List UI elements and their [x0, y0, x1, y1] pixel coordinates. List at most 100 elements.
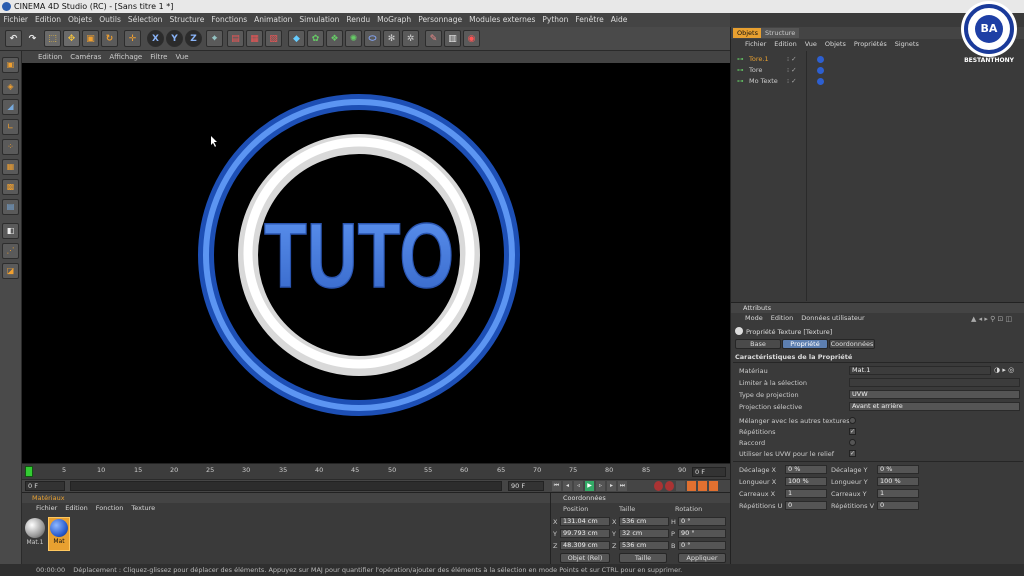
obj-menu-fichier[interactable]: Fichier	[741, 40, 770, 50]
material-tag-icon[interactable]	[817, 78, 824, 85]
restrict-selection-field[interactable]	[849, 378, 1020, 387]
menu-aide[interactable]: Aide	[607, 13, 631, 27]
axis-mode-icon[interactable]: ◪	[2, 263, 19, 279]
object-name[interactable]: Mo Texte	[749, 77, 778, 85]
undo-icon[interactable]: ↶	[5, 30, 22, 47]
go-end-icon[interactable]: ⏭	[618, 481, 627, 491]
repeat-u-field[interactable]: 0	[785, 501, 827, 510]
attr-menu-edition[interactable]: Edition	[767, 314, 798, 324]
polygons-mode-icon[interactable]: ▩	[2, 179, 19, 195]
tile-checkbox[interactable]: ✓	[849, 428, 856, 435]
axis-x-button[interactable]: X	[147, 30, 164, 47]
side-dropdown[interactable]: Avant et arrière	[849, 402, 1020, 411]
python-script-icon[interactable]: ◉	[463, 30, 480, 47]
menu-fichier[interactable]: Fichier	[0, 13, 32, 27]
menu-outils[interactable]: Outils	[96, 13, 125, 27]
array-generator-icon[interactable]: ❖	[326, 30, 343, 47]
last-tool-icon[interactable]: ✛	[124, 30, 141, 47]
seamless-checkbox[interactable]	[849, 439, 856, 446]
attr-tab-propriete[interactable]: Propriété	[782, 339, 828, 349]
record-icon[interactable]	[654, 481, 663, 491]
menu-objets[interactable]: Objets	[64, 13, 95, 27]
texture-mode-icon[interactable]: ◢	[2, 99, 19, 115]
obj-menu-signets[interactable]: Signets	[891, 40, 923, 50]
obj-menu-objets[interactable]: Objets	[821, 40, 850, 50]
3d-viewport[interactable]: TUTO	[22, 63, 730, 463]
menu-python[interactable]: Python	[539, 13, 572, 27]
timeline[interactable]: 5 10 15 20 25 30 35 40 45 50 55 60 65 70…	[22, 463, 730, 479]
menu-structure[interactable]: Structure	[166, 13, 208, 27]
redo-icon[interactable]: ↷	[24, 30, 41, 47]
visibility-icon[interactable]: ⁝ ✓	[787, 55, 797, 63]
menu-animation[interactable]: Animation	[251, 13, 296, 27]
workplane-icon[interactable]: ∟	[2, 119, 19, 135]
menu-selection[interactable]: Sélection	[124, 13, 166, 27]
rotation-p-field[interactable]: 90 °	[678, 529, 726, 538]
position-y-field[interactable]: 99.793 cm	[560, 529, 610, 538]
deformer-icon[interactable]: ✺	[345, 30, 362, 47]
rotation-key-icon[interactable]	[709, 481, 718, 491]
render-settings-icon[interactable]: ▧	[265, 30, 282, 47]
attr-tab-base[interactable]: Base	[735, 339, 781, 349]
projection-type-dropdown[interactable]: UVW	[849, 390, 1020, 399]
apply-button[interactable]: Appliquer	[678, 553, 726, 563]
keyframe-selection-icon[interactable]	[676, 481, 685, 491]
scale-tool-icon[interactable]: ▣	[82, 30, 99, 47]
menu-fonctions[interactable]: Fonctions	[208, 13, 251, 27]
edges-mode-icon[interactable]: ▦	[2, 159, 19, 175]
render-view-icon[interactable]: ▤	[227, 30, 244, 47]
menu-personnage[interactable]: Personnage	[415, 13, 466, 27]
snap-icon[interactable]: ◧	[2, 223, 19, 239]
coordinate-system-icon[interactable]: ⌖	[206, 30, 223, 47]
environment-icon[interactable]: ⬭	[364, 30, 381, 47]
size-mode-dropdown[interactable]: Taille	[619, 553, 667, 563]
repeat-v-field[interactable]: 0	[877, 501, 919, 510]
material-menu-edition[interactable]: Edition	[61, 504, 92, 514]
length-x-field[interactable]: 100 %	[785, 477, 827, 486]
rotate-tool-icon[interactable]: ↻	[101, 30, 118, 47]
camera-icon[interactable]: ✲	[402, 30, 419, 47]
move-tool-icon[interactable]: ✥	[63, 30, 80, 47]
material-link-icons[interactable]: ◑ ▸ ◎	[994, 366, 1020, 375]
tiles-x-field[interactable]: 1	[785, 489, 827, 498]
current-frame-field[interactable]: 0 F	[25, 481, 65, 491]
object-name[interactable]: Tore.1	[749, 55, 769, 63]
material-tag-icon[interactable]	[817, 56, 824, 63]
nurbs-icon[interactable]: ✿	[307, 30, 324, 47]
rotation-h-field[interactable]: 0 °	[678, 517, 726, 526]
grid-icon[interactable]: ▥	[444, 30, 461, 47]
next-key-icon[interactable]: ▸	[607, 481, 616, 491]
axis-y-button[interactable]: Y	[166, 30, 183, 47]
viewport-menu-vue[interactable]: Vue	[171, 51, 192, 63]
position-z-field[interactable]: 48.309 cm	[560, 541, 610, 550]
viewport-menu-cameras[interactable]: Caméras	[66, 51, 105, 63]
viewport-menu-edition[interactable]: Edition	[34, 51, 66, 63]
playhead-marker[interactable]	[25, 466, 33, 477]
menu-simulation[interactable]: Simulation	[296, 13, 343, 27]
light-icon[interactable]: ✎	[425, 30, 442, 47]
uvw-bump-checkbox[interactable]: ✓	[849, 450, 856, 457]
tab-objets[interactable]: Objets	[733, 28, 762, 38]
points-mode-icon[interactable]: ⁘	[2, 139, 19, 155]
obj-menu-proprietes[interactable]: Propriétés	[850, 40, 891, 50]
viewport-menu-affichage[interactable]: Affichage	[105, 51, 146, 63]
snow-effector-icon[interactable]: ✻	[383, 30, 400, 47]
uv-mode-icon[interactable]: ▤	[2, 199, 19, 215]
timeline-end-field[interactable]: 0 F	[692, 467, 726, 477]
offset-x-field[interactable]: 0 %	[785, 465, 827, 474]
make-editable-icon[interactable]: ▣	[2, 57, 19, 73]
next-frame-icon[interactable]: ▹	[596, 481, 605, 491]
menu-fenetre[interactable]: Fenêtre	[572, 13, 607, 27]
attr-menu-user-data[interactable]: Données utilisateur	[797, 314, 868, 324]
size-z-field[interactable]: 536 cm	[619, 541, 669, 550]
visibility-icon[interactable]: ⁝ ✓	[787, 77, 797, 85]
coordinate-mode-dropdown[interactable]: Objet (Rel)	[560, 553, 610, 563]
length-y-field[interactable]: 100 %	[877, 477, 919, 486]
lock-workplane-icon[interactable]: ⋰	[2, 243, 19, 259]
tiles-y-field[interactable]: 1	[877, 489, 919, 498]
menu-edition[interactable]: Edition	[32, 13, 65, 27]
material-menu-texture[interactable]: Texture	[127, 504, 159, 514]
visibility-icon[interactable]: ⁝ ✓	[787, 66, 797, 74]
object-row-tore[interactable]: ⊶ Tore ⁝ ✓	[731, 66, 1024, 76]
size-y-field[interactable]: 32 cm	[619, 529, 669, 538]
